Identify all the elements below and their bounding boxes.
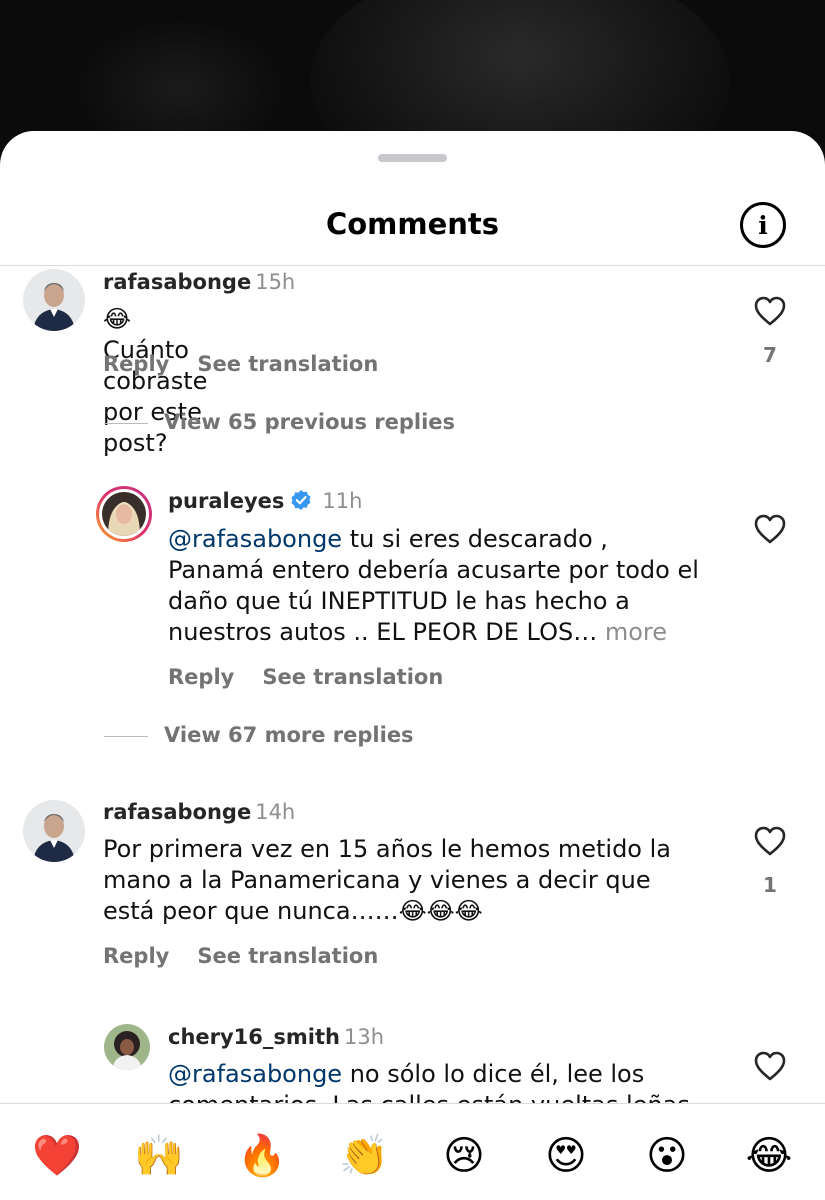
avatar[interactable] xyxy=(23,269,85,331)
comment-actions: Reply See translation xyxy=(103,944,378,968)
raising-hands-emoji-button[interactable]: 🙌 xyxy=(134,1132,184,1180)
red-heart-emoji-button[interactable]: ❤️ xyxy=(32,1132,82,1180)
like-count: 7 xyxy=(763,343,777,367)
see-translation-button[interactable]: See translation xyxy=(197,944,378,968)
timestamp: 14h xyxy=(255,800,296,824)
comment-meta: chery16_smith 13h xyxy=(168,1025,384,1049)
view-replies-label: View 65 previous replies xyxy=(164,410,456,434)
text-line: tu si eres descarado , xyxy=(342,525,608,553)
header-divider xyxy=(0,265,825,266)
view-replies-label: View 67 more replies xyxy=(164,723,414,747)
divider-line xyxy=(104,422,148,424)
mention-link[interactable]: @rafasabonge xyxy=(168,1060,342,1088)
surprised-face-emoji-button[interactable]: 😮 xyxy=(643,1132,691,1180)
heart-icon[interactable] xyxy=(754,514,786,544)
more-link[interactable]: more xyxy=(605,618,667,646)
username[interactable]: puraleyes xyxy=(168,489,284,513)
heart-icon[interactable] xyxy=(754,1051,786,1081)
text-line: daño que tú INEPTITUD le has hecho a xyxy=(168,587,630,615)
crying-face-emoji-button[interactable]: 😢 xyxy=(440,1132,488,1180)
comment-text: 😂 Cuánto cobraste por este post? xyxy=(103,304,207,459)
username[interactable]: chery16_smith xyxy=(168,1025,340,1049)
divider-line xyxy=(104,735,148,737)
info-icon[interactable]: i xyxy=(740,202,786,248)
avatar[interactable] xyxy=(23,800,85,862)
comment-actions: Reply See translation xyxy=(103,352,378,376)
emoji: 😂 xyxy=(103,305,132,333)
sheet-grabber[interactable] xyxy=(378,154,447,162)
text-line: Por primera vez en 15 años le hemos meti… xyxy=(103,835,671,863)
comment-meta: rafasabonge 14h xyxy=(103,800,295,824)
tears-of-joy-emoji-button[interactable]: 😂 xyxy=(745,1132,793,1180)
comment-text: Por primera vez en 15 años le hemos meti… xyxy=(103,834,743,927)
username[interactable]: rafasabonge xyxy=(103,800,251,824)
heart-icon[interactable] xyxy=(754,826,786,856)
username[interactable]: rafasabonge xyxy=(103,270,251,294)
text-line: mano a la Panamericana y vienes a decir … xyxy=(103,866,651,894)
timestamp: 15h xyxy=(255,270,296,294)
heart-eyes-emoji-button[interactable]: 😍 xyxy=(542,1132,590,1180)
like-count: 1 xyxy=(763,873,777,897)
fire-emoji-button[interactable]: 🔥 xyxy=(237,1132,287,1180)
text-line: nuestros autos .. EL PEOR DE LOS… xyxy=(168,618,598,646)
comment-text: @rafasabonge tu si eres descarado , Pana… xyxy=(168,524,748,648)
reply-button[interactable]: Reply xyxy=(103,352,169,376)
text-line: está peor que nunca……😂😂😂 xyxy=(103,897,483,925)
sheet-title: Comments xyxy=(325,207,500,241)
quick-reactions-bar: ❤️ 🙌 🔥 👏 😢 😍 😮 😂 xyxy=(0,1103,825,1200)
view-replies-button[interactable]: View 65 previous replies xyxy=(104,410,455,434)
clapping-hands-emoji-button[interactable]: 👏 xyxy=(339,1132,389,1180)
verified-badge-icon xyxy=(291,490,311,510)
view-replies-button[interactable]: View 67 more replies xyxy=(104,723,414,747)
reply-button[interactable]: Reply xyxy=(168,665,234,689)
see-translation-button[interactable]: See translation xyxy=(262,665,443,689)
timestamp: 11h xyxy=(322,489,363,513)
text-line: Panamá entero debería acusarte por todo … xyxy=(168,556,699,584)
heart-icon[interactable] xyxy=(754,296,786,326)
text-line: no sólo lo dice él, lee los xyxy=(342,1060,645,1088)
avatar-story-ring[interactable] xyxy=(96,486,152,542)
comment-meta: rafasabonge 15h xyxy=(103,270,295,294)
timestamp: 13h xyxy=(343,1025,385,1049)
see-translation-button[interactable]: See translation xyxy=(197,352,378,376)
mention-link[interactable]: @rafasabonge xyxy=(168,525,342,553)
comment-meta: puraleyes 11h xyxy=(168,489,362,513)
comment-actions: Reply See translation xyxy=(168,665,443,689)
comments-sheet: Comments i rafasabonge 15h 😂 Cuánto cobra… xyxy=(0,131,825,1200)
reply-button[interactable]: Reply xyxy=(103,944,169,968)
avatar[interactable] xyxy=(104,1024,150,1070)
